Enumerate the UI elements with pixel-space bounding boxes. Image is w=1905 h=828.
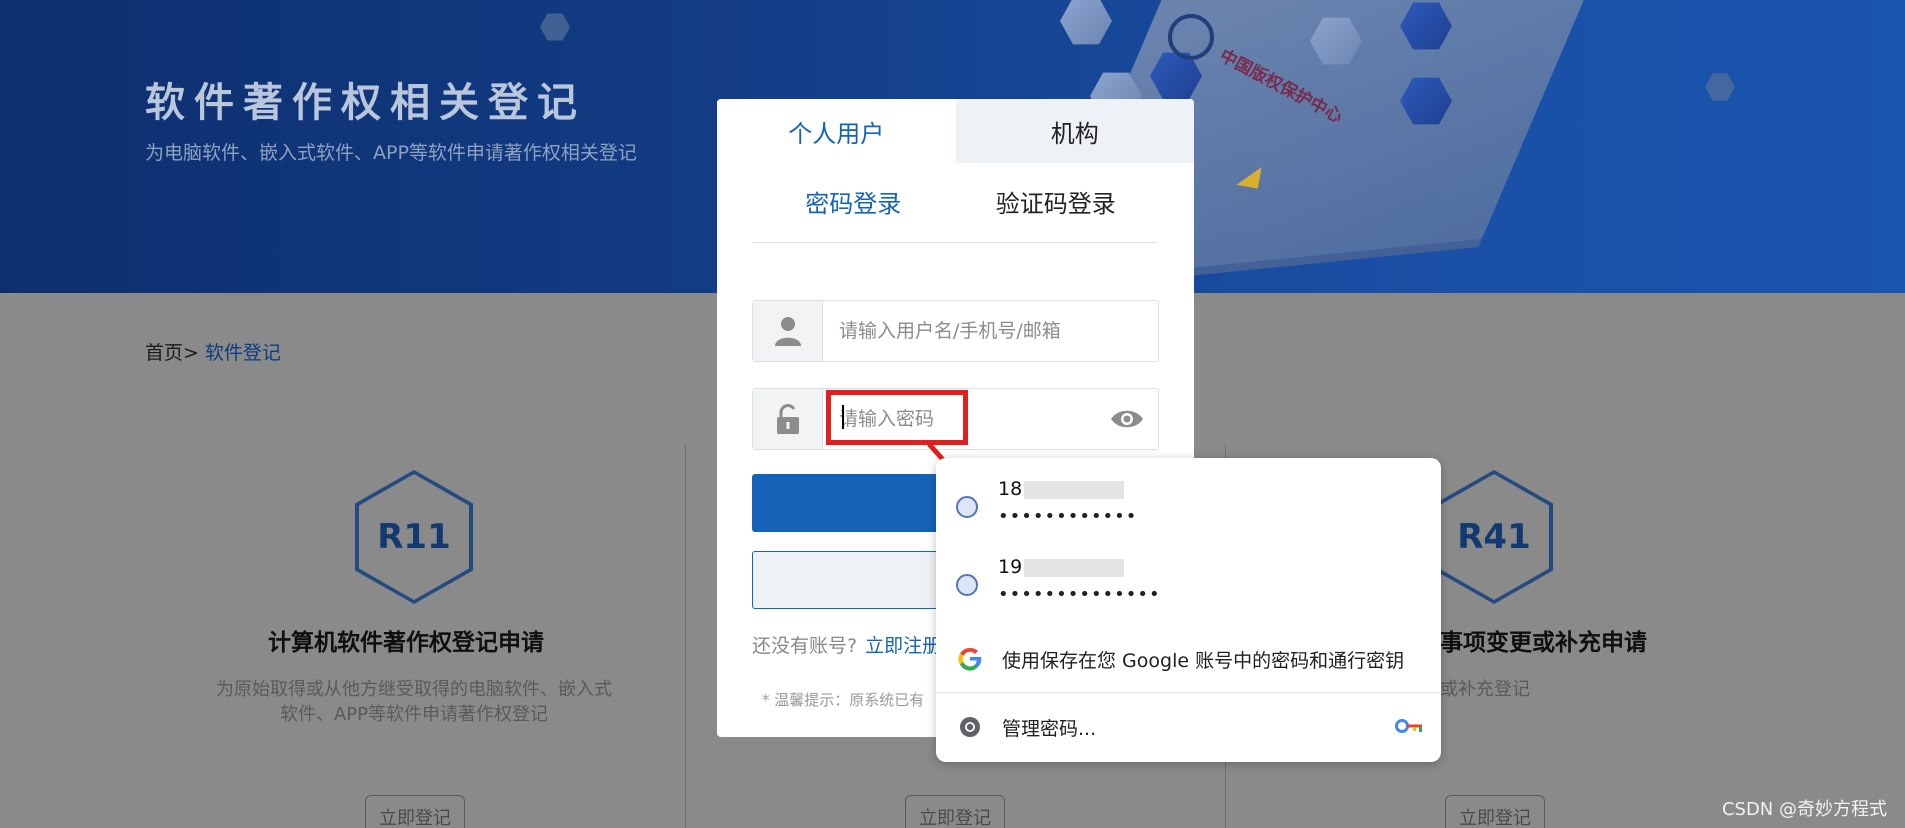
password-autofill-popup: 18 •••••••••••• 19 •••••••••••••• 使用保存在您… [936,458,1441,762]
credential-username: 19 [998,556,1125,578]
register-now-button[interactable]: 立即登记 [365,795,465,828]
lock-icon [753,389,823,449]
key-icon [1395,718,1425,738]
login-method-tabs: 密码登录 验证码登录 [752,183,1157,243]
register-now-button[interactable]: 立即登记 [1445,795,1545,828]
tab-password-login[interactable]: 密码登录 [752,183,955,242]
hexagon-decoration [1705,73,1735,101]
manage-option-label: 管理密码... [1002,717,1097,740]
saved-credential-item[interactable]: 19 •••••••••••••• [936,540,1441,614]
breadcrumb-home[interactable]: 首页> [145,342,199,364]
popup-divider [936,692,1441,693]
breadcrumb-current[interactable]: 软件登记 [205,342,281,364]
register-link[interactable]: 立即注册 [865,635,941,657]
credential-password-mask: •••••••••••••• [998,584,1161,605]
tip-text: * 温馨提示：原系统已有 [762,691,925,709]
cube-decoration [1060,0,1112,45]
no-account-label: 还没有账号? [752,635,858,657]
hexagon-decoration [540,13,570,41]
chrome-icon [956,713,984,741]
page-subtitle: 为电脑软件、嵌入式软件、APP等软件申请著作权相关登记 [145,142,637,164]
tab-personal-user[interactable]: 个人用户 [717,99,956,163]
manage-passwords-option[interactable]: 管理密码... [936,698,1441,756]
google-passwords-option[interactable]: 使用保存在您 Google 账号中的密码和通行密钥 [936,630,1441,688]
site-globe-icon [956,496,978,518]
eye-icon[interactable] [1110,407,1144,435]
google-option-label: 使用保存在您 Google 账号中的密码和通行密钥 [1002,649,1405,672]
annotation-box [826,390,968,445]
site-globe-icon [956,574,978,596]
card-title: 计算机软件著作权登记申请 [268,630,544,656]
card-description: 为原始取得或从他方继受取得的电脑软件、嵌入式软件、APP等软件申请著作权登记 [216,679,612,725]
credential-password-mask: •••••••••••• [998,506,1138,527]
text-cursor [842,405,844,429]
page-title: 软件著作权相关登记 [145,80,586,126]
credential-username: 18 [998,478,1125,500]
r41-badge: R41 [1435,470,1553,604]
card-title: 事项变更或补充申请 [1440,630,1647,656]
user-type-tabs: 个人用户 机构 [717,99,1194,163]
watermark: CSDN @奇妙方程式 [1721,799,1887,820]
badge-code: R11 [377,517,451,557]
tab-code-login[interactable]: 验证码登录 [955,183,1158,242]
username-input[interactable] [839,301,1099,361]
column-divider [685,445,686,828]
user-icon [753,301,823,361]
google-icon [956,645,984,673]
breadcrumb: 首页> 软件登记 [145,338,281,365]
r11-badge: R11 [355,470,473,604]
tab-organization[interactable]: 机构 [955,99,1194,163]
saved-credential-item[interactable]: 18 •••••••••••• [936,462,1441,536]
username-field [752,300,1159,362]
badge-code: R41 [1457,517,1531,557]
register-now-button[interactable]: 立即登记 [905,795,1005,828]
logo-seal-icon [1168,14,1214,60]
no-account-text: 还没有账号? 立即注册 [752,631,941,658]
